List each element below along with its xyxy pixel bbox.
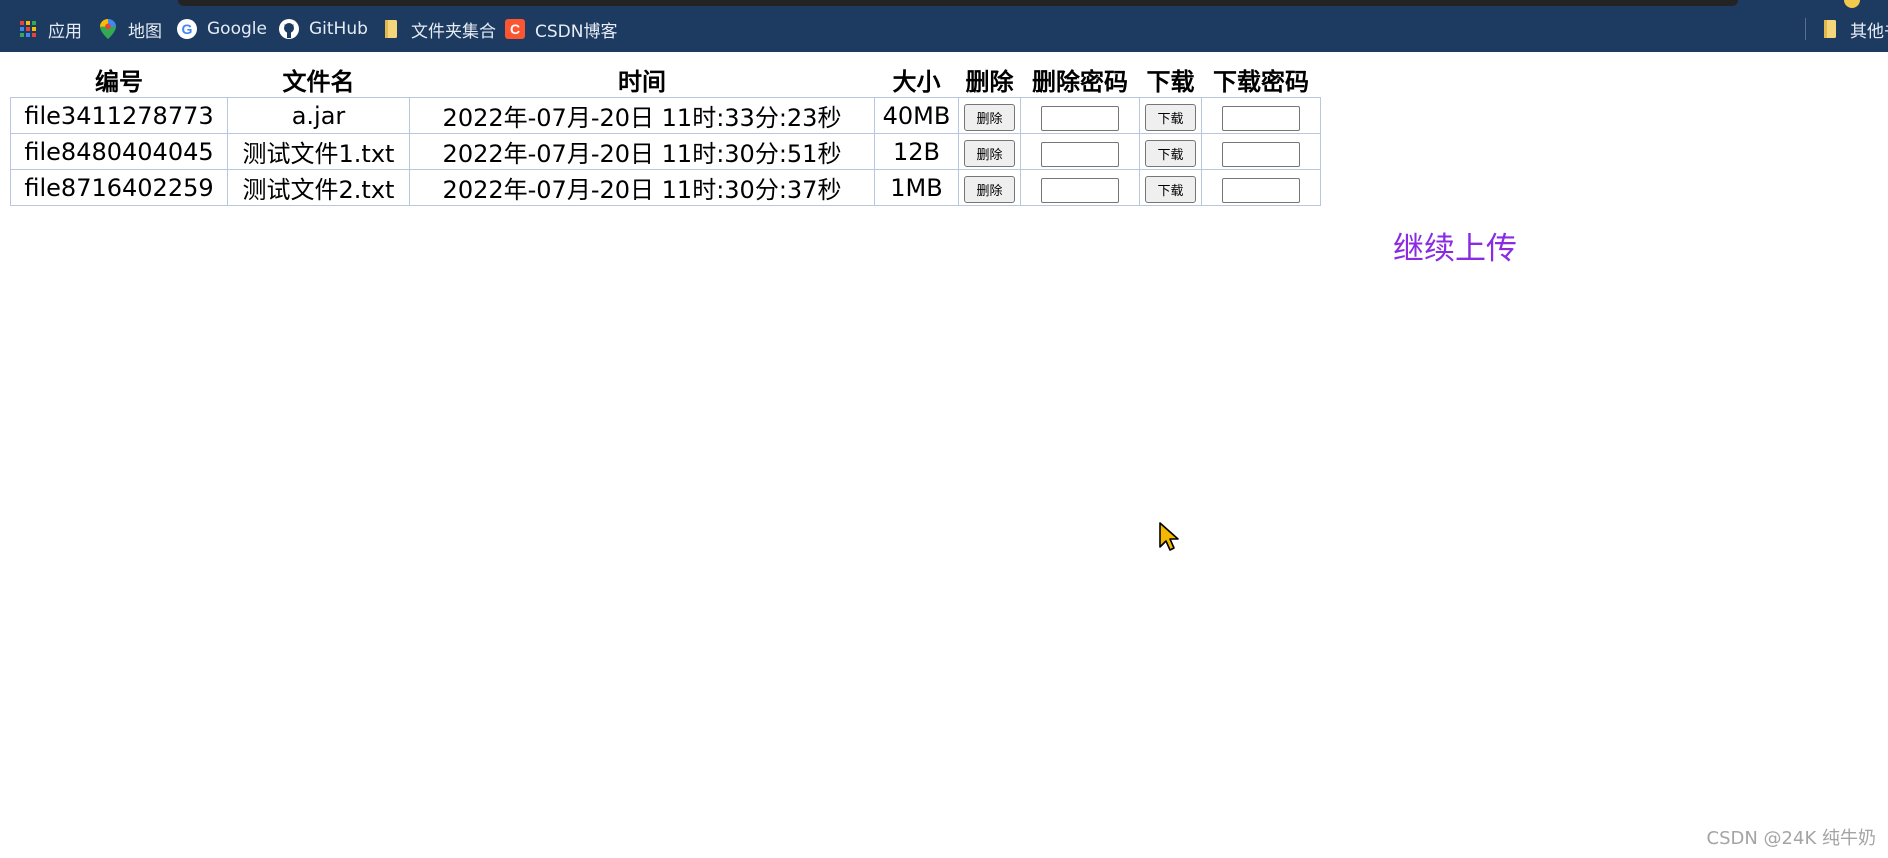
download-cell: 下载 (1139, 97, 1202, 134)
delete-cell: 删除 (958, 133, 1021, 170)
file-name-cell: 测试文件2.txt (227, 169, 410, 206)
mouse-cursor-icon (1159, 522, 1179, 551)
watermark: CSDN @24K 纯牛奶 (1706, 828, 1876, 849)
github-icon (279, 19, 299, 39)
delete-cell: 删除 (958, 169, 1021, 206)
folder-icon (381, 19, 401, 39)
bookmark-folder-collection[interactable]: 文件夹集合 (381, 14, 496, 44)
bookmark-csdn[interactable]: C CSDN博客 (505, 14, 617, 44)
file-size-cell: 12B (874, 133, 959, 170)
bookmark-other[interactable]: 其他书 (1820, 14, 1888, 44)
download-password-input[interactable] (1222, 141, 1300, 167)
column-header-size: 大小 (892, 68, 941, 96)
delete-button[interactable]: 删除 (964, 103, 1015, 131)
bookmark-apps[interactable]: 应用 (18, 14, 82, 44)
download-password-cell (1201, 97, 1321, 134)
bookmark-label: CSDN博客 (535, 21, 618, 42)
file-size-cell: 1MB (874, 169, 959, 206)
file-time-cell: 2022年-07月-20日 11时:30分:51秒 (409, 133, 875, 170)
map-pin-icon (98, 19, 118, 39)
file-name-cell: 测试文件1.txt (227, 133, 410, 170)
download-password-cell (1201, 133, 1321, 170)
download-password-input[interactable] (1222, 177, 1300, 203)
file-time-cell: 2022年-07月-20日 11时:30分:37秒 (409, 169, 875, 206)
column-header-download: 下载 (1146, 68, 1195, 96)
file-id-cell: file8716402259 (10, 169, 228, 206)
file-table: 编号 文件名 时间 大小 删除 删除密码 下载 下载密码 file3411278… (10, 62, 1321, 206)
profile-avatar[interactable] (1844, 0, 1860, 8)
delete-password-input[interactable] (1041, 177, 1119, 203)
table-header-row: 编号 文件名 时间 大小 删除 删除密码 下载 下载密码 (11, 62, 1321, 98)
delete-password-input[interactable] (1041, 141, 1119, 167)
folder-icon (1820, 19, 1840, 39)
svg-text:C: C (510, 21, 520, 37)
bookmark-label: 地图 (128, 21, 162, 42)
column-header-delete: 删除 (965, 68, 1014, 96)
column-header-time: 时间 (618, 68, 666, 96)
csdn-icon: C (505, 19, 525, 39)
table-row: file3411278773 a.jar 2022年-07月-20日 11时:3… (10, 97, 1321, 134)
omnibox-edge (178, 0, 1738, 6)
column-header-id: 编号 (95, 68, 143, 96)
bookmark-label: 应用 (48, 21, 82, 42)
bookmarks-bar: 应用 地图 G Google GitHub 文件夹集合 C CSDN博客 其他 (0, 0, 1888, 52)
bookmark-google[interactable]: G Google (177, 14, 267, 44)
continue-upload-link[interactable]: 继续上传 (1393, 223, 1517, 268)
delete-cell: 删除 (958, 97, 1021, 134)
bookmark-github[interactable]: GitHub (279, 14, 368, 44)
bookmark-label: Google (207, 19, 267, 39)
column-header-name: 文件名 (282, 68, 355, 96)
column-header-delete-password: 删除密码 (1032, 68, 1128, 96)
column-header-download-password: 下载密码 (1213, 68, 1309, 96)
download-button[interactable]: 下载 (1145, 175, 1196, 203)
bookmark-label: GitHub (309, 19, 368, 39)
file-size-cell: 40MB (874, 97, 959, 134)
table-row: file8480404045 测试文件1.txt 2022年-07月-20日 1… (10, 133, 1321, 170)
delete-button[interactable]: 删除 (964, 139, 1015, 167)
file-id-cell: file8480404045 (10, 133, 228, 170)
bookmark-label: 文件夹集合 (411, 21, 496, 42)
bookmark-label: 其他书 (1850, 21, 1888, 42)
delete-password-cell (1020, 97, 1140, 134)
table-row: file8716402259 测试文件2.txt 2022年-07月-20日 1… (10, 169, 1321, 206)
download-cell: 下载 (1139, 169, 1202, 206)
file-time-cell: 2022年-07月-20日 11时:33分:23秒 (409, 97, 875, 134)
file-name-cell: a.jar (227, 97, 410, 134)
delete-password-input[interactable] (1041, 105, 1119, 131)
delete-password-cell (1020, 169, 1140, 206)
delete-button[interactable]: 删除 (964, 175, 1015, 203)
svg-text:G: G (182, 21, 193, 37)
file-id-cell: file3411278773 (10, 97, 228, 134)
download-password-cell (1201, 169, 1321, 206)
download-cell: 下载 (1139, 133, 1202, 170)
download-password-input[interactable] (1222, 105, 1300, 131)
bookmark-map[interactable]: 地图 (98, 14, 162, 44)
download-button[interactable]: 下载 (1145, 139, 1196, 167)
delete-password-cell (1020, 133, 1140, 170)
google-icon: G (177, 19, 197, 39)
bookmarks-separator (1805, 18, 1806, 40)
apps-grid-icon (18, 19, 38, 39)
download-button[interactable]: 下载 (1145, 103, 1196, 131)
